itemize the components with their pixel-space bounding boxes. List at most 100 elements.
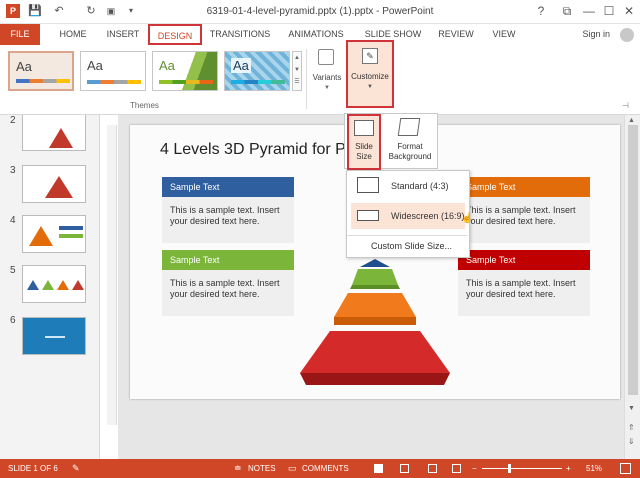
menu-item-standard[interactable]: Standard (4:3) xyxy=(351,173,465,199)
save-icon[interactable]: 💾 xyxy=(28,4,42,18)
pyramid-tip xyxy=(360,259,390,267)
card-body: This is a sample text. Insert your desir… xyxy=(162,197,294,243)
mouse-cursor-icon: ☝ xyxy=(461,213,474,224)
sign-in-link[interactable]: Sign in xyxy=(582,24,610,45)
slide-size-button[interactable]: Slide Size xyxy=(347,114,381,170)
ribbon-display-options-button[interactable]: ⧉ xyxy=(558,3,576,19)
zoom-out-button[interactable]: − xyxy=(472,459,477,478)
theme-color-bar xyxy=(87,80,141,84)
thumb-pyramid-graphic xyxy=(29,226,53,246)
tab-view[interactable]: VIEW xyxy=(486,24,522,45)
undo-icon[interactable]: ↶ xyxy=(52,4,66,18)
scroll-down-icon[interactable]: ▼ xyxy=(628,405,635,412)
title-bar: P 💾 ↶ ↻ ▣ ▾ 6319-01-4-level-pyramid.pptx… xyxy=(0,0,640,24)
chevron-down-icon[interactable]: ▼ xyxy=(293,64,301,76)
thumb-pyramid-graphic xyxy=(42,280,54,290)
comments-icon[interactable]: ▭ xyxy=(288,459,297,478)
next-slide-icon[interactable]: ⇓ xyxy=(628,437,635,446)
thumb-bar xyxy=(59,234,83,238)
vertical-scrollbar[interactable]: ▲ ▼ ⇑ ⇓ xyxy=(624,115,640,459)
widescreen-aspect-icon xyxy=(357,210,379,221)
pyramid-graphic[interactable] xyxy=(280,245,470,395)
scroll-thumb[interactable] xyxy=(628,125,638,395)
text-card-green[interactable]: Sample Text This is a sample text. Inser… xyxy=(162,250,294,316)
card-header: Sample Text xyxy=(458,250,590,270)
theme-office-2[interactable]: Aa xyxy=(80,51,146,91)
normal-view-icon[interactable] xyxy=(374,464,383,473)
account-avatar[interactable] xyxy=(620,28,634,42)
tab-design[interactable]: DESIGN xyxy=(148,24,202,45)
zoom-slider-track[interactable] xyxy=(482,468,562,469)
reading-view-icon[interactable] xyxy=(428,464,437,473)
slide-thumbnails-pane[interactable]: 2 3 4 5 6 xyxy=(0,115,100,459)
scroll-up-icon[interactable]: ▲ xyxy=(628,117,635,124)
ribbon: Aa Aa Aa Aa ▲ ▼ ☰ Themes Variants ▼ ✎ Cu… xyxy=(0,40,640,115)
zoom-slider-thumb[interactable] xyxy=(508,464,511,473)
powerpoint-logo-icon: P xyxy=(6,4,20,18)
tab-animations[interactable]: ANIMATIONS xyxy=(284,24,348,45)
slide-thumbnail-4[interactable] xyxy=(22,215,86,253)
minimize-button[interactable]: — xyxy=(580,3,598,19)
tab-home[interactable]: HOME xyxy=(52,24,94,45)
custom-slide-size-link[interactable]: Custom Slide Size... xyxy=(371,237,467,255)
card-header: Sample Text xyxy=(162,177,294,197)
theme-facet[interactable]: Aa xyxy=(152,51,218,91)
slideshow-icon[interactable] xyxy=(452,464,461,473)
notes-button[interactable]: NOTES xyxy=(248,459,276,478)
standard-aspect-icon xyxy=(357,177,379,193)
text-card-red[interactable]: Sample Text This is a sample text. Inser… xyxy=(458,250,590,316)
slide-thumbnail-2[interactable] xyxy=(22,115,86,151)
spell-check-icon[interactable]: ✎ xyxy=(72,459,80,478)
zoom-in-button[interactable]: + xyxy=(566,459,571,478)
format-background-button[interactable]: Format Background xyxy=(385,114,435,170)
tab-review[interactable]: REVIEW xyxy=(434,24,478,45)
slide-size-menu: Standard (4:3) Widescreen (16:9) ☝ Custo… xyxy=(346,170,473,258)
slide-title[interactable]: 4 Levels 3D Pyramid for P xyxy=(160,141,346,159)
theme-color-bar xyxy=(159,80,213,84)
start-slideshow-icon[interactable]: ▣ xyxy=(104,4,118,18)
pyramid-level-green-edge xyxy=(350,285,400,289)
menu-item-widescreen[interactable]: Widescreen (16:9) ☝ xyxy=(351,203,473,229)
chevron-up-icon[interactable]: ▲ xyxy=(293,52,301,64)
variants-icon xyxy=(318,49,334,65)
slide-thumbnail-6[interactable] xyxy=(22,317,86,355)
text-card-orange[interactable]: Sample Text This is a sample text. Inser… xyxy=(458,177,590,243)
tab-file[interactable]: FILE xyxy=(0,24,40,45)
slide-counter: SLIDE 1 OF 6 xyxy=(8,464,58,473)
fit-slide-icon[interactable] xyxy=(620,463,631,474)
slide-size-label: Slide Size xyxy=(355,142,373,161)
variants-button[interactable]: Variants ▼ xyxy=(310,47,342,99)
close-button[interactable]: ✕ xyxy=(620,3,638,19)
theme-gallery-scroll[interactable]: ▲ ▼ ☰ xyxy=(292,51,302,91)
customize-button[interactable]: ✎ Customize ▼ xyxy=(346,40,394,108)
customize-qat-icon[interactable]: ▾ xyxy=(124,4,138,18)
card-header: Sample Text xyxy=(162,250,294,270)
variants-label: Variants xyxy=(312,73,342,82)
slide-size-icon xyxy=(354,120,374,136)
pyramid-level-orange-edge xyxy=(334,317,416,325)
help-button[interactable]: ? xyxy=(532,3,550,19)
slide-thumbnail-5[interactable] xyxy=(22,265,86,303)
comments-button[interactable]: COMMENTS xyxy=(302,459,349,478)
thumb-number: 2 xyxy=(10,115,16,126)
zoom-level[interactable]: 51% xyxy=(586,459,602,478)
redo-icon[interactable]: ↻ xyxy=(84,4,98,18)
theme-office[interactable]: Aa xyxy=(8,51,74,91)
card-body: This is a sample text. Insert your desir… xyxy=(458,197,590,243)
maximize-button[interactable]: ☐ xyxy=(600,3,618,19)
tab-insert[interactable]: INSERT xyxy=(100,24,146,45)
pyramid-level-orange xyxy=(334,293,416,317)
slide-thumbnail-3[interactable] xyxy=(22,165,86,203)
previous-slide-icon[interactable]: ⇑ xyxy=(628,423,635,432)
notes-icon[interactable]: ≐ xyxy=(234,459,242,478)
theme-integral[interactable]: Aa xyxy=(224,51,290,91)
gallery-more-icon[interactable]: ☰ xyxy=(293,76,301,88)
card-header: Sample Text xyxy=(458,177,590,197)
theme-color-bar xyxy=(16,79,70,83)
slide-sorter-icon[interactable] xyxy=(400,464,409,473)
menu-item-label: Widescreen (16:9) xyxy=(391,211,465,221)
thumb-pyramid-graphic xyxy=(57,280,69,290)
pin-ribbon-icon[interactable]: ⊣ xyxy=(622,101,629,110)
tab-transitions[interactable]: TRANSITIONS xyxy=(208,24,272,45)
text-card-blue[interactable]: Sample Text This is a sample text. Inser… xyxy=(162,177,294,243)
